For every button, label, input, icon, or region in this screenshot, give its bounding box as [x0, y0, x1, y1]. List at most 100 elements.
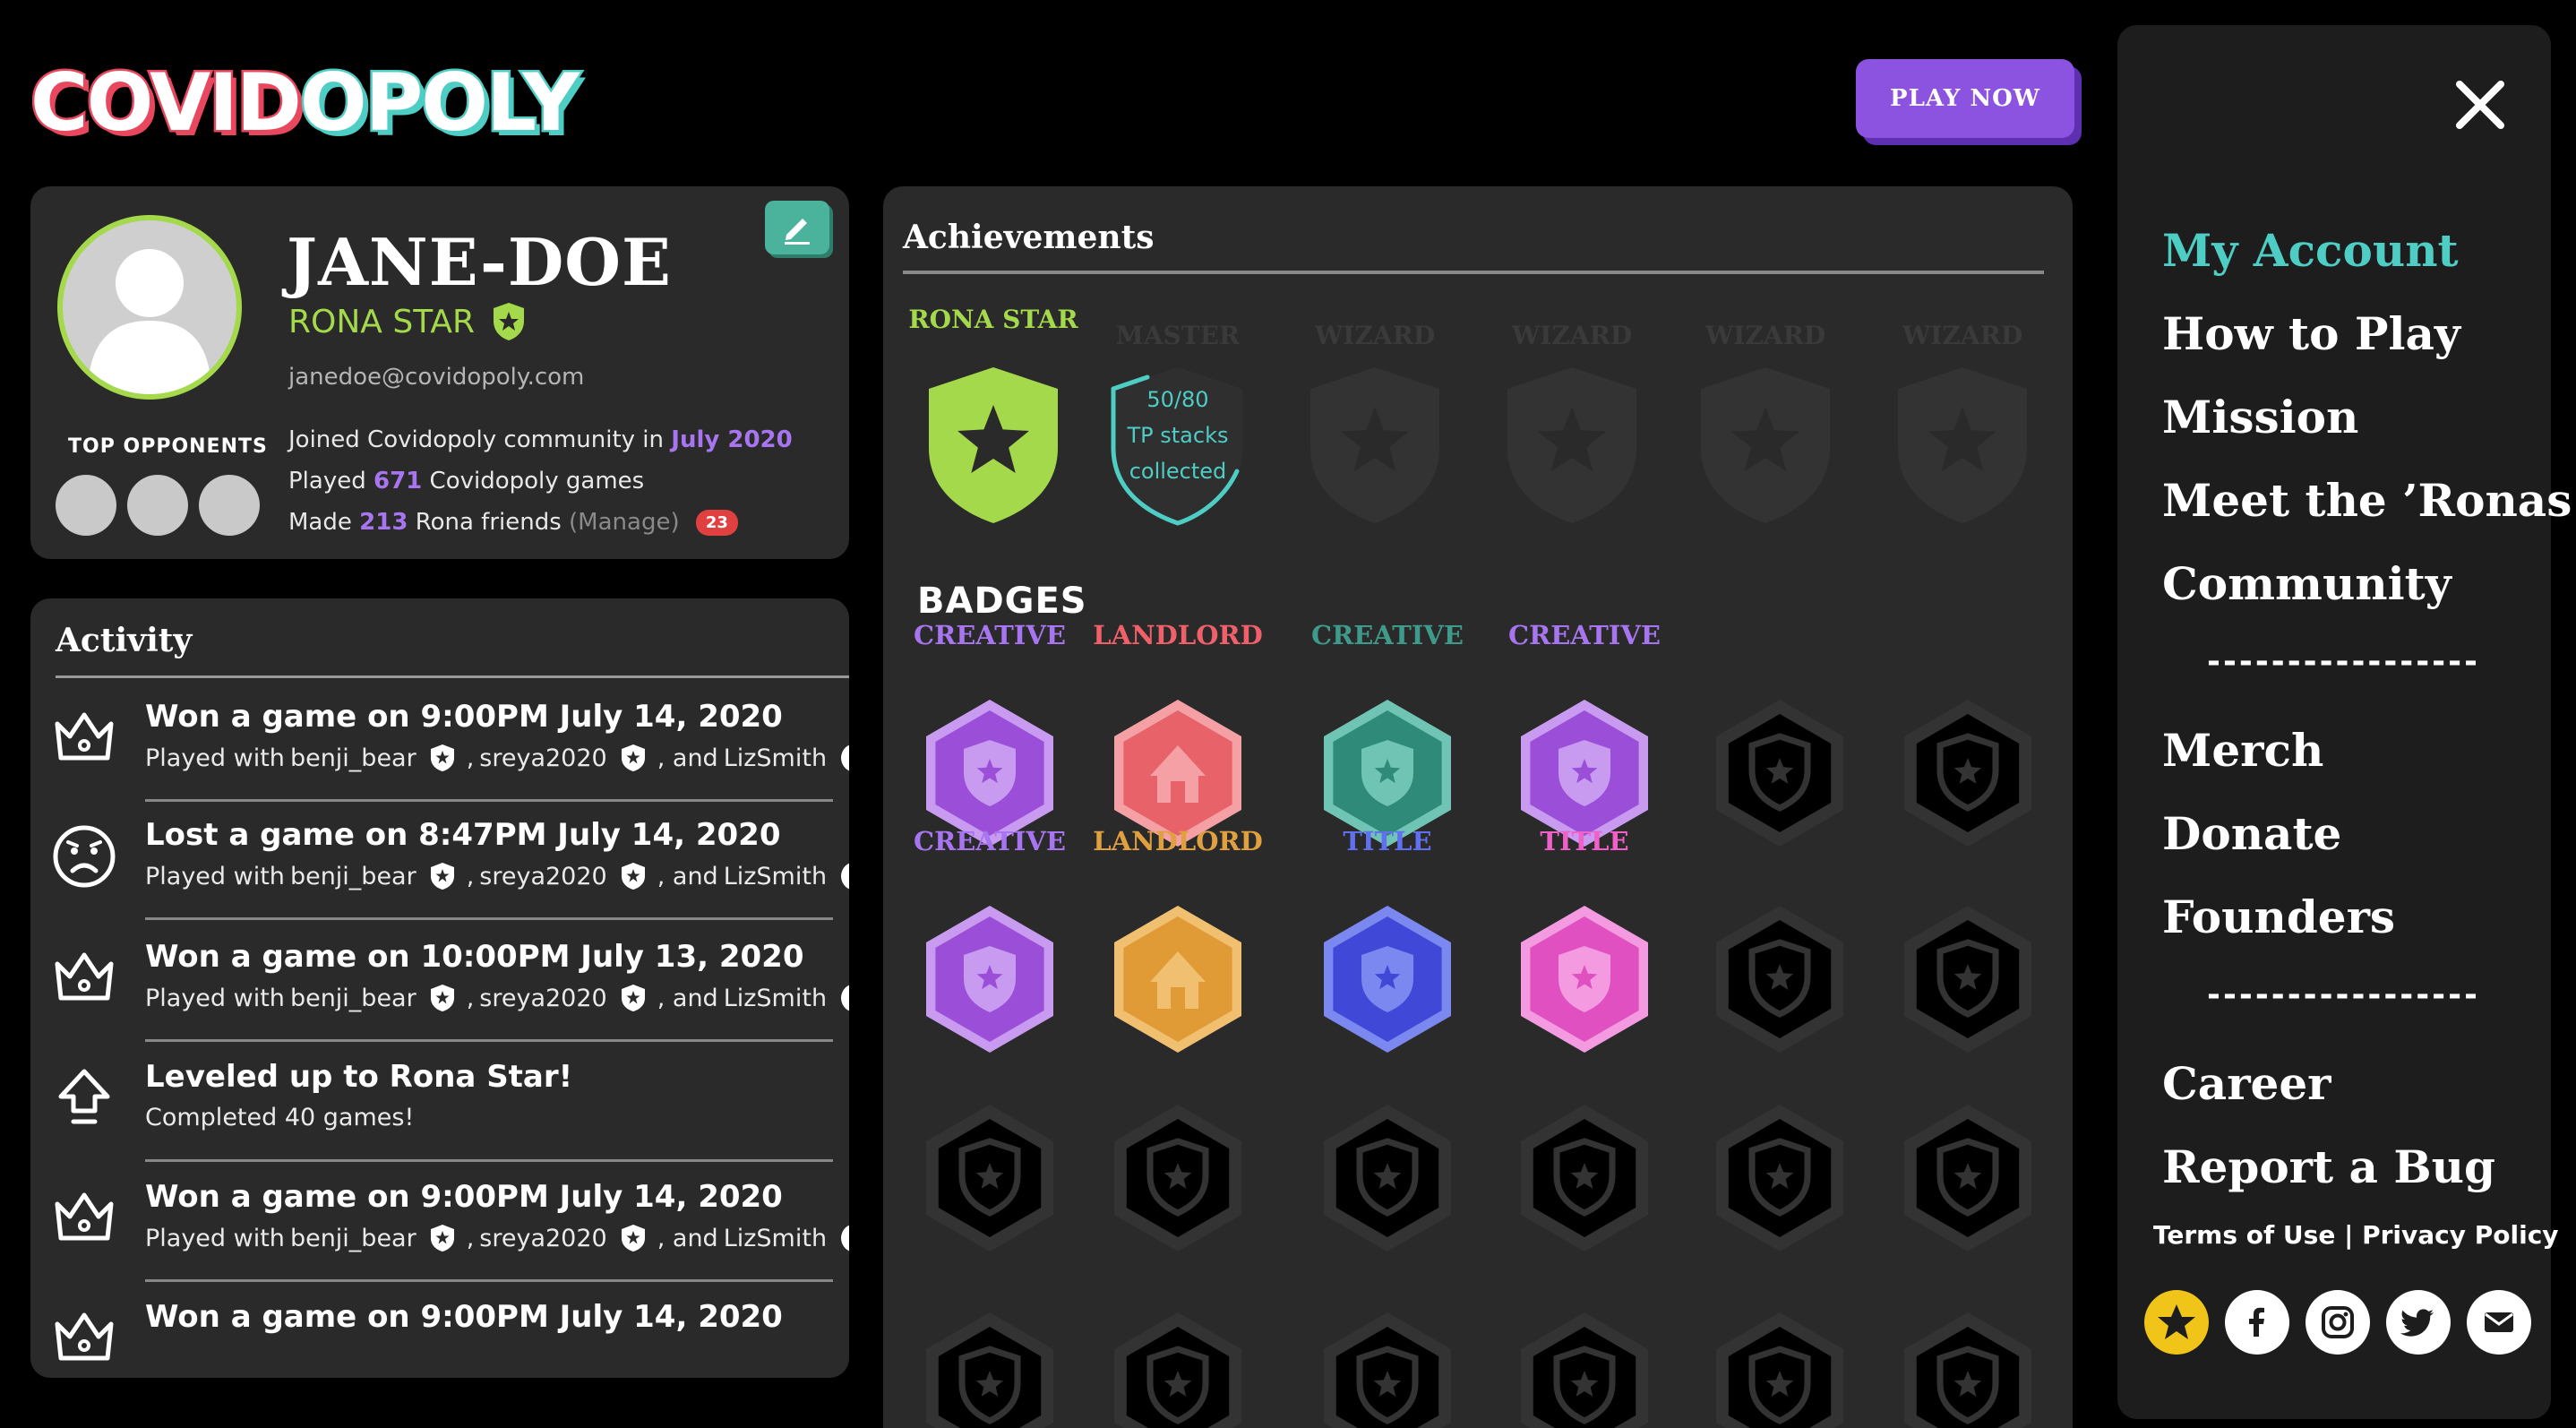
- friends-count: 213: [359, 509, 408, 536]
- achievements-title: Achievements: [903, 219, 1155, 256]
- manage-friends-link[interactable]: (Manage): [569, 509, 680, 536]
- locked-achievement-icon[interactable]: [1891, 362, 2034, 527]
- activity-item-title: Won a game on 9:00PM July 14, 2020: [145, 699, 783, 735]
- achievement-progress-text: 50/80: [1146, 387, 1209, 412]
- menu-item-report-a-bug[interactable]: Report a Bug: [2162, 1140, 2495, 1193]
- player-name-link[interactable]: benji_bear: [290, 985, 416, 1012]
- player-name-link[interactable]: sreya2020: [479, 744, 606, 772]
- activity-item[interactable]: Won a game on 10:00PM July 13, 2020 Playe…: [30, 930, 849, 1050]
- locked-achievement-icon[interactable]: [1694, 362, 1837, 527]
- player-name-link[interactable]: sreya2020: [479, 985, 606, 1012]
- mail-icon[interactable]: [2467, 1290, 2531, 1355]
- friend-requests-badge[interactable]: 23: [695, 510, 738, 536]
- and-label: , and: [657, 984, 718, 1012]
- close-menu-button[interactable]: [2449, 73, 2512, 136]
- locked-badge-icon[interactable]: [1895, 899, 2040, 1059]
- locked-badge-icon[interactable]: [1895, 1098, 2040, 1258]
- play-now-button[interactable]: PLAY NOW: [1856, 59, 2074, 138]
- locked-badge-icon[interactable]: [917, 1306, 1062, 1428]
- menu-separator: -------------------: [2207, 643, 2476, 680]
- activity-item[interactable]: Won a game on 9:00PM July 14, 2020 Played…: [30, 690, 849, 810]
- player-name-link[interactable]: benji_bear: [290, 863, 416, 890]
- menu-item-merch[interactable]: Merch: [2162, 724, 2323, 777]
- friends-line: Made 213 Rona friends (Manage) 23: [288, 509, 738, 536]
- locked-badge-icon[interactable]: [1707, 1306, 1852, 1428]
- activity-item-title: Won a game on 9:00PM July 14, 2020: [145, 1179, 783, 1215]
- title-badge-icon[interactable]: [1512, 899, 1657, 1059]
- landlord-badge-icon[interactable]: [1105, 899, 1250, 1059]
- edit-profile-button[interactable]: [765, 201, 829, 254]
- twitter-icon[interactable]: [2386, 1290, 2451, 1355]
- activity-item[interactable]: Won a game on 9:00PM July 14, 2020 Played…: [30, 1170, 849, 1290]
- achievement-progress-text: collected: [1129, 459, 1227, 484]
- locked-badge-icon[interactable]: [1512, 1098, 1657, 1258]
- rona-star-achievement-icon[interactable]: [922, 362, 1065, 527]
- locked-badge-icon[interactable]: [1512, 1306, 1657, 1428]
- achievement-label: WIZARD: [1704, 321, 1826, 350]
- menu-item-meet-the-ronas[interactable]: Meet the ’Ronas: [2162, 474, 2572, 527]
- unknown-player-icon: ?: [841, 984, 849, 1012]
- locked-badge-icon[interactable]: [1707, 693, 1852, 853]
- avatar[interactable]: [57, 215, 242, 400]
- player-name-link[interactable]: LizSmith: [724, 1225, 827, 1252]
- locked-achievement-icon[interactable]: [1500, 362, 1644, 527]
- locked-badge-icon[interactable]: [1707, 899, 1852, 1059]
- locked-badge-icon[interactable]: [1105, 1306, 1250, 1428]
- played-line: Played 671 Covidopoly games: [288, 468, 644, 495]
- player-name-link[interactable]: LizSmith: [724, 863, 827, 890]
- side-menu: My Account How to Play Mission Meet the ’Ro…: [2117, 25, 2572, 1419]
- player-name-link[interactable]: sreya2020: [479, 1225, 606, 1252]
- star-icon[interactable]: [2144, 1290, 2209, 1355]
- opponent-avatar[interactable]: [127, 475, 188, 536]
- locked-achievement-icon[interactable]: [1303, 362, 1447, 527]
- badge-label: TITLE: [1540, 826, 1629, 856]
- top-opponents-label: TOP OPPONENTS: [68, 435, 268, 458]
- user-silhouette-icon: [88, 249, 211, 394]
- joined-date: July 2020: [671, 426, 793, 453]
- facebook-icon[interactable]: [2225, 1290, 2289, 1355]
- locked-badge-icon[interactable]: [1707, 1098, 1852, 1258]
- locked-badge-icon[interactable]: [1895, 1306, 2040, 1428]
- locked-badge-icon[interactable]: [1105, 1098, 1250, 1258]
- privacy-link[interactable]: Privacy Policy: [2362, 1220, 2558, 1250]
- username: JANE-DOE: [287, 224, 672, 300]
- badge-label: CREATIVE: [1311, 620, 1464, 650]
- rank-title: RONA STAR: [288, 301, 527, 342]
- creative-badge-icon[interactable]: [917, 899, 1062, 1059]
- menu-item-founders[interactable]: Founders: [2162, 890, 2395, 943]
- locked-badge-icon[interactable]: [917, 1098, 1062, 1258]
- played-with-label: Played with: [145, 984, 285, 1012]
- covidopoly-logo[interactable]: COVID OPOLY: [29, 61, 582, 144]
- opponent-avatar[interactable]: [199, 475, 260, 536]
- menu-item-mission[interactable]: Mission: [2162, 391, 2358, 443]
- player-name-link[interactable]: LizSmith: [724, 744, 827, 772]
- menu-item-how-to-play[interactable]: How to Play: [2162, 307, 2460, 360]
- opponent-avatar[interactable]: [56, 475, 116, 536]
- player-name-link[interactable]: benji_bear: [290, 744, 416, 772]
- badge-label: CREATIVE: [914, 620, 1066, 650]
- player-name-link[interactable]: LizSmith: [724, 985, 827, 1012]
- menu-item-community[interactable]: Community: [2162, 557, 2451, 610]
- activity-item-detail: Completed 40 games!: [145, 1104, 415, 1131]
- title-badge-icon[interactable]: [1315, 899, 1460, 1059]
- menu-item-career[interactable]: Career: [2162, 1057, 2331, 1110]
- instagram-icon[interactable]: [2306, 1290, 2370, 1355]
- badge-label: CREATIVE: [1508, 620, 1661, 650]
- locked-badge-icon[interactable]: [1895, 693, 2040, 853]
- activity-item[interactable]: Won a game on 9:00PM July 14, 2020: [30, 1290, 849, 1378]
- rank-label: RONA STAR: [288, 303, 476, 340]
- played-with-label: Played with: [145, 744, 285, 772]
- locked-badge-icon[interactable]: [1315, 1098, 1460, 1258]
- menu-item-my-account[interactable]: My Account: [2162, 224, 2459, 277]
- player-name-link[interactable]: sreya2020: [479, 863, 606, 890]
- friends-suffix: Rona friends: [415, 509, 562, 536]
- activity-item-detail: Played with benji_bear, sreya2020, and L…: [145, 862, 849, 890]
- locked-badge-icon[interactable]: [1315, 1306, 1460, 1428]
- activity-item[interactable]: Leveled up to Rona Star! Completed 40 gam…: [30, 1050, 849, 1170]
- terms-link[interactable]: Terms of Use: [2153, 1220, 2335, 1250]
- crown-icon: [48, 1183, 120, 1254]
- player-name-link[interactable]: benji_bear: [290, 1225, 416, 1252]
- joined-prefix: Joined Covidopoly community in: [288, 426, 664, 453]
- activity-item[interactable]: Lost a game on 8:47PM July 14, 2020 Playe…: [30, 808, 849, 928]
- menu-item-donate[interactable]: Donate: [2162, 807, 2341, 860]
